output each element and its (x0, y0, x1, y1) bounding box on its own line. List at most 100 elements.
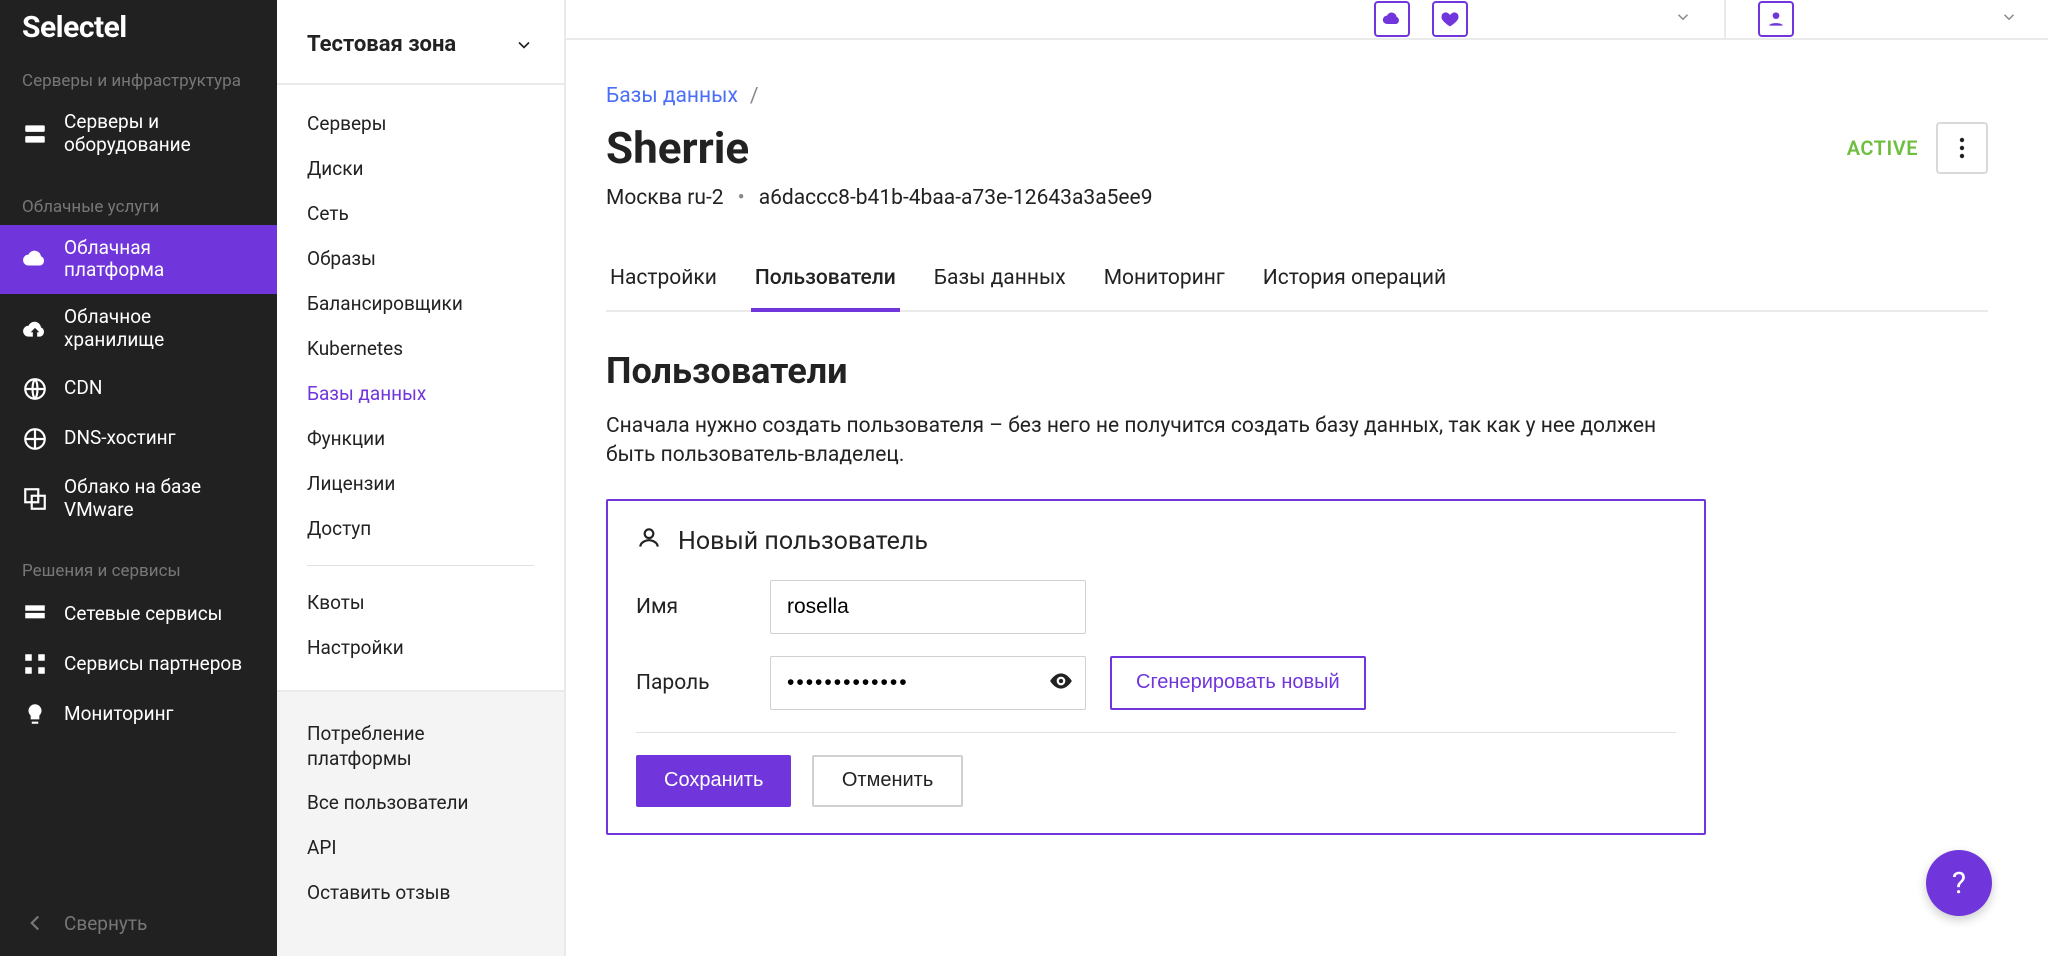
section-description: Сначала нужно создать пользователя – без… (606, 412, 1696, 471)
main-content: Базы данных / Sherrie ACTIVE Москва ru-2… (566, 40, 2048, 956)
nav-databases[interactable]: Базы данных (277, 371, 564, 416)
globe-icon (22, 376, 48, 402)
card-header: Новый пользователь (636, 525, 1676, 558)
sidebar-label: Облачная платформа (64, 237, 255, 283)
sidebar-label: Мониторинг (64, 703, 255, 726)
tab-databases[interactable]: Базы данных (930, 266, 1070, 312)
project-nav: Серверы Диски Сеть Образы Балансировщики… (277, 85, 564, 692)
cloud-upload-icon (22, 316, 48, 342)
tab-users[interactable]: Пользователи (751, 266, 900, 312)
sidebar-item-cloud-storage[interactable]: Облачное хранилище (0, 294, 277, 364)
sidebar-label: Сетевые сервисы (64, 603, 255, 626)
instance-name: Sherrie (606, 122, 1847, 174)
sidebar-item-cloud-platform[interactable]: Облачная платформа (0, 225, 277, 295)
sidebar-label: Облако на базе VMware (64, 476, 255, 522)
section-title: Пользователи (606, 350, 1988, 392)
nav-consumption[interactable]: Потребление платформы (277, 712, 564, 781)
nav-quotas[interactable]: Квоты (277, 580, 564, 625)
tab-settings[interactable]: Настройки (606, 266, 721, 312)
brand-logo: Selectel (0, 0, 277, 63)
card-title: Новый пользователь (678, 527, 928, 556)
nav-images[interactable]: Образы (277, 236, 564, 281)
topbar (566, 0, 2048, 40)
tab-history[interactable]: История операций (1259, 266, 1450, 312)
breadcrumb-separator: / (750, 84, 759, 108)
save-button[interactable]: Сохранить (636, 755, 791, 807)
collapse-label: Свернуть (64, 912, 147, 935)
sidebar-category-servers: Серверы и инфраструктура (0, 63, 277, 99)
nav-kubernetes[interactable]: Kubernetes (277, 326, 564, 371)
topbar-separator (1724, 0, 1726, 39)
instance-meta: Москва ru-2 • a6daccc8-b41b-4baa-a73e-12… (606, 186, 1988, 210)
instance-tabs: Настройки Пользователи Базы данных Монит… (606, 266, 1988, 312)
nav-feedback[interactable]: Оставить отзыв (277, 871, 564, 916)
dns-icon (22, 426, 48, 452)
breadcrumb-root[interactable]: Базы данных (606, 84, 738, 108)
topbar-balance-selector[interactable] (1432, 1, 1692, 37)
tab-monitoring[interactable]: Мониторинг (1100, 266, 1229, 312)
topbar-account-selector[interactable] (1758, 1, 2018, 37)
instance-actions-button[interactable] (1936, 122, 1988, 174)
project-selector[interactable]: Тестовая зона (277, 0, 564, 85)
sidebar-label: Сервисы партнеров (64, 653, 255, 676)
topbar-group-left (1374, 1, 1410, 37)
nav-servers[interactable]: Серверы (277, 101, 564, 146)
vmware-icon (22, 486, 48, 512)
name-label: Имя (636, 595, 746, 619)
sidebar-item-cdn[interactable]: CDN (0, 364, 277, 414)
person-icon (636, 525, 662, 558)
topbar-chip-user (1758, 1, 1794, 37)
help-fab[interactable]: ? (1926, 850, 1992, 916)
nav-access[interactable]: Доступ (277, 506, 564, 551)
chevron-down-icon (514, 35, 534, 55)
sidebar-item-dns[interactable]: DNS-хостинг (0, 414, 277, 464)
meta-dot: • (738, 186, 745, 210)
topbar-chip-heart (1432, 1, 1468, 37)
name-input[interactable] (770, 580, 1086, 634)
nav-functions[interactable]: Функции (277, 416, 564, 461)
project-name: Тестовая зона (307, 32, 456, 57)
chevron-down-icon (2000, 8, 2018, 31)
generate-password-button[interactable]: Сгенерировать новый (1110, 656, 1366, 710)
sidebar-item-vmware[interactable]: Облако на базе VMware (0, 464, 277, 534)
chevron-left-icon (22, 910, 48, 936)
cloud-platform-icon (22, 246, 48, 272)
sidebar-label: Облачное хранилище (64, 306, 255, 352)
password-label: Пароль (636, 671, 746, 695)
password-input[interactable] (770, 656, 1086, 710)
sidebar-collapse[interactable]: Свернуть (0, 890, 277, 956)
primary-sidebar: Selectel Серверы и инфраструктура Сервер… (0, 0, 277, 956)
instance-uuid: a6daccc8-b41b-4baa-a73e-12643a3a5ee9 (759, 186, 1153, 210)
nav-disks[interactable]: Диски (277, 146, 564, 191)
server-icon (22, 121, 48, 147)
instance-region: Москва ru-2 (606, 186, 724, 210)
eye-icon (1048, 668, 1074, 697)
project-sidebar: Тестовая зона Серверы Диски Сеть Образы … (277, 0, 566, 956)
project-nav-secondary: Потребление платформы Все пользователи A… (277, 692, 564, 935)
nav-licenses[interactable]: Лицензии (277, 461, 564, 506)
apps-icon (22, 651, 48, 677)
sidebar-item-network-services[interactable]: Сетевые сервисы (0, 589, 277, 639)
sidebar-item-servers-equipment[interactable]: Серверы и оборудование (0, 99, 277, 169)
sidebar-category-solutions: Решения и сервисы (0, 533, 277, 589)
sidebar-item-partner-services[interactable]: Сервисы партнеров (0, 639, 277, 689)
cancel-button[interactable]: Отменить (812, 755, 963, 807)
new-user-card: Новый пользователь Имя Пароль Сгенериров… (606, 499, 1706, 835)
topbar-chip-cloud[interactable] (1374, 1, 1410, 37)
nav-api[interactable]: API (277, 826, 564, 871)
network-icon (22, 601, 48, 627)
bulb-icon (22, 701, 48, 727)
breadcrumb: Базы данных / (606, 84, 1988, 108)
card-separator (636, 732, 1676, 733)
toggle-password-visibility[interactable] (1046, 668, 1076, 698)
nav-separator (307, 565, 534, 566)
chevron-down-icon (1674, 8, 1692, 31)
sidebar-label: DNS-хостинг (64, 427, 255, 450)
sidebar-category-cloud: Облачные услуги (0, 169, 277, 225)
sidebar-label: Серверы и оборудование (64, 111, 255, 157)
sidebar-item-monitoring[interactable]: Мониторинг (0, 689, 277, 739)
nav-settings[interactable]: Настройки (277, 625, 564, 670)
nav-all-users[interactable]: Все пользователи (277, 781, 564, 826)
nav-loadbalancers[interactable]: Балансировщики (277, 281, 564, 326)
nav-network[interactable]: Сеть (277, 191, 564, 236)
